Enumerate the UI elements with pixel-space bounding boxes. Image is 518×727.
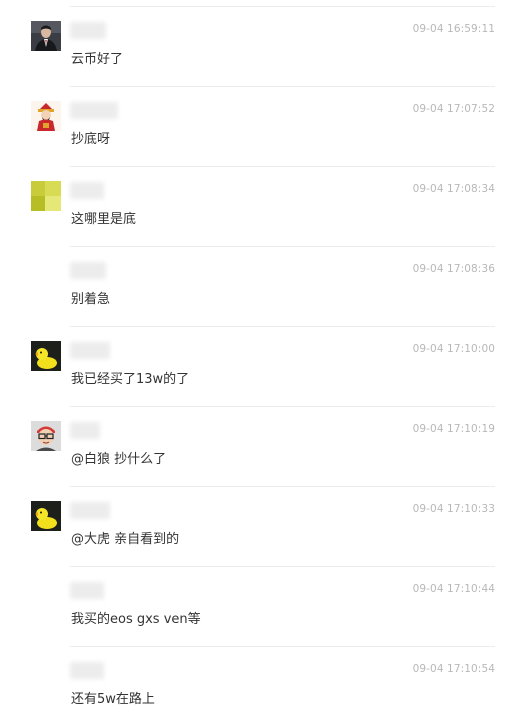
comment-text: 我已经买了13w的了 <box>71 372 190 387</box>
yellow-duck-avatar[interactable] <box>31 501 61 531</box>
comment-text: 云币好了 <box>71 52 124 67</box>
username-redacted <box>70 582 104 599</box>
timestamp: 09-04 16:59:11 <box>412 23 495 35</box>
username-redacted <box>70 422 100 439</box>
timestamp: 09-04 17:08:34 <box>412 183 495 195</box>
comment-item: 09-04 16:59:11 云币好了 <box>0 7 518 87</box>
comment-item: 09-04 17:10:00 我已经买了13w的了 <box>0 327 518 407</box>
timestamp: 09-04 17:10:44 <box>412 583 495 595</box>
comment-item: 09-04 17:10:54 还有5w在路上 <box>0 647 518 727</box>
comment-item: 09-04 17:10:44 我买的eos gxs ven等 <box>0 567 518 647</box>
businessman-avatar[interactable] <box>31 21 61 51</box>
caishen-avatar[interactable] <box>31 101 61 131</box>
comment-item: 09-04 17:07:52 抄底呀 <box>0 87 518 167</box>
username-redacted <box>70 262 106 279</box>
timestamp: 09-04 17:07:52 <box>412 103 495 115</box>
username-redacted <box>70 662 104 679</box>
username-redacted <box>70 102 118 119</box>
comment-item: 09-04 17:08:36 别着急 <box>0 247 518 327</box>
comment-text: @白狼 抄什么了 <box>71 452 167 467</box>
username-redacted <box>70 22 106 39</box>
comment-item: 09-04 17:10:19 @白狼 抄什么了 <box>0 407 518 487</box>
comment-text: 我买的eos gxs ven等 <box>71 612 201 627</box>
comment-text: 别着急 <box>71 292 111 307</box>
comment-text: 抄底呀 <box>71 132 111 147</box>
comment-text: @大虎 亲自看到的 <box>71 532 180 547</box>
username-redacted <box>70 502 110 519</box>
username-redacted <box>70 342 110 359</box>
username-redacted <box>70 182 104 199</box>
timestamp: 09-04 17:10:00 <box>412 343 495 355</box>
timestamp: 09-04 17:10:19 <box>412 423 495 435</box>
comment-item: 09-04 17:08:34 这哪里是底 <box>0 167 518 247</box>
comment-item: 09-04 17:10:33 @大虎 亲自看到的 <box>0 487 518 567</box>
cartoon-glasses-avatar[interactable] <box>31 421 61 451</box>
comment-text: 还有5w在路上 <box>71 692 155 707</box>
timestamp: 09-04 17:10:54 <box>412 663 495 675</box>
comment-text: 这哪里是底 <box>71 212 137 227</box>
yellow-duck-avatar[interactable] <box>31 341 61 371</box>
timestamp: 09-04 17:10:33 <box>412 503 495 515</box>
yellow-green-blocks-avatar[interactable] <box>31 181 61 211</box>
timestamp: 09-04 17:08:36 <box>412 263 495 275</box>
